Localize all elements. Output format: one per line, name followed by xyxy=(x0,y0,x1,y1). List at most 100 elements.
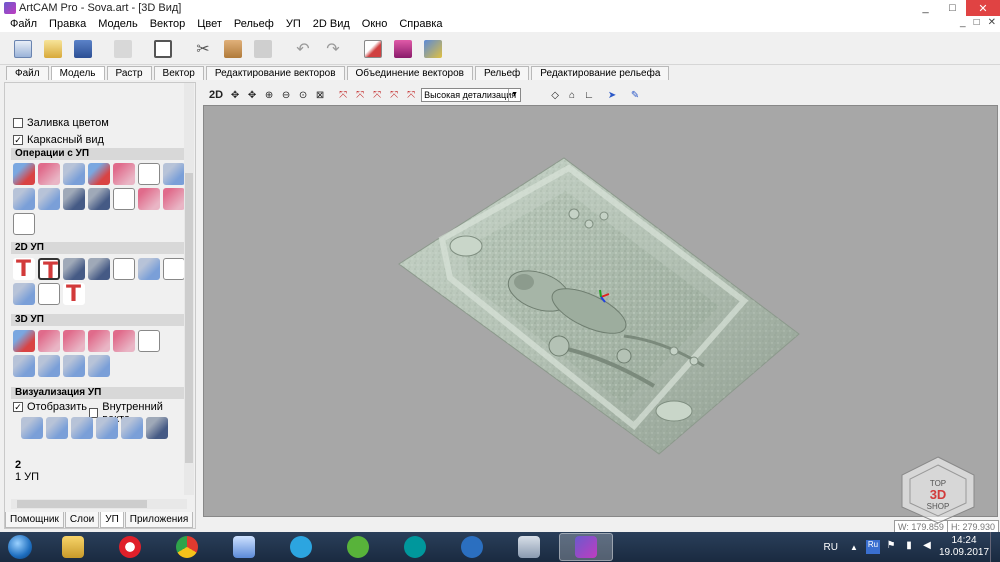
simulation-save-icon[interactable] xyxy=(146,417,168,439)
tray-lang-icon[interactable]: Ru xyxy=(866,540,880,554)
menu-model[interactable]: Модель xyxy=(92,18,143,30)
tab-assistant[interactable]: Помощник xyxy=(5,512,64,528)
flag-icon[interactable]: ⚑ xyxy=(884,540,898,554)
waterline-icon[interactable] xyxy=(113,330,135,352)
wireframe-option[interactable]: ✓ Каркасный вид xyxy=(13,134,104,146)
edit-icon[interactable] xyxy=(360,36,386,62)
close-button[interactable]: ✕ xyxy=(966,0,1000,16)
taskbar-utorrent[interactable] xyxy=(331,533,385,561)
copy-icon[interactable] xyxy=(220,36,246,62)
toolpath-group-icon[interactable] xyxy=(138,188,160,210)
taskbar-telegram[interactable] xyxy=(274,533,328,561)
bevel-icon[interactable] xyxy=(163,258,185,280)
zoom-pan-icon[interactable]: ✥ xyxy=(245,88,259,102)
menu-file[interactable]: Файл xyxy=(4,18,43,30)
view-iso-icon[interactable]: ⤧ xyxy=(336,88,350,102)
pan-icon[interactable]: ✥ xyxy=(228,88,242,102)
menu-2d-view[interactable]: 2D Вид xyxy=(307,18,356,30)
tab-vector-merge[interactable]: Объединение векторов xyxy=(346,66,473,80)
show-checkbox[interactable]: ✓ xyxy=(13,402,23,412)
detail-level-select[interactable]: Высокая детализация ▼ xyxy=(421,88,522,102)
tab-relief-editing[interactable]: Редактирование рельефа xyxy=(531,66,670,80)
play-icon[interactable]: ➤ xyxy=(605,88,619,102)
2d-view-button[interactable]: 2D xyxy=(207,88,225,102)
tab-model[interactable]: Модель xyxy=(50,66,105,80)
export-toolpath-icon[interactable] xyxy=(88,188,110,210)
3d-viewport[interactable] xyxy=(203,105,998,517)
tab-toolpaths[interactable]: УП xyxy=(100,512,124,528)
z-level-roughing-icon[interactable] xyxy=(38,330,60,352)
view-top-icon[interactable]: ⤧ xyxy=(353,88,367,102)
machine-relief-icon[interactable] xyxy=(13,330,35,352)
view-right-icon[interactable]: ⤧ xyxy=(387,88,401,102)
taskbar-app-8[interactable] xyxy=(445,533,499,561)
fit-view-icon[interactable]: ⊠ xyxy=(313,88,327,102)
drilling-icon[interactable] xyxy=(88,258,110,280)
tab-raster[interactable]: Растр xyxy=(106,66,152,80)
network-icon[interactable]: ▮ xyxy=(902,540,916,554)
wireframe-checkbox[interactable]: ✓ xyxy=(13,135,23,145)
menu-toolpath[interactable]: УП xyxy=(280,18,307,30)
v-bit-carving-icon[interactable] xyxy=(63,282,85,307)
cut-icon[interactable]: ✂ xyxy=(190,36,216,62)
save-toolpath-icon[interactable] xyxy=(63,188,85,210)
fluting-icon[interactable] xyxy=(38,283,60,305)
menu-relief[interactable]: Рельеф xyxy=(228,18,280,30)
menu-edit[interactable]: Правка xyxy=(43,18,92,30)
taskbar-arduino[interactable] xyxy=(388,533,442,561)
3d-undo-icon[interactable] xyxy=(88,355,110,377)
minimize-button[interactable]: _ xyxy=(912,0,939,16)
inlay-icon[interactable] xyxy=(113,258,135,280)
simulate-toolpath-icon[interactable] xyxy=(46,417,68,439)
simulation-reset-icon[interactable] xyxy=(96,417,118,439)
toolpath-template-icon[interactable] xyxy=(13,213,35,235)
show-option[interactable]: ✓ Отобразить xyxy=(13,401,87,413)
new-file-icon[interactable] xyxy=(10,36,36,62)
merge-toolpaths-icon[interactable] xyxy=(113,163,135,185)
paste-icon[interactable] xyxy=(250,36,276,62)
block-sim-icon[interactable] xyxy=(38,188,60,210)
zoom-area-icon[interactable]: ⊙ xyxy=(296,88,310,102)
display-icon[interactable] xyxy=(150,36,176,62)
redo-icon[interactable]: ↷ xyxy=(320,36,346,62)
3d-simulation-icon[interactable] xyxy=(138,330,160,352)
tab-layers[interactable]: Слои xyxy=(64,512,100,528)
taskbar-calculator[interactable] xyxy=(502,533,556,561)
taskbar-chrome[interactable] xyxy=(160,533,214,561)
language-indicator[interactable]: RU xyxy=(824,542,838,553)
toolpath-batch-icon[interactable] xyxy=(63,163,85,185)
view-front-icon[interactable]: ⤧ xyxy=(370,88,384,102)
3d-raster-icon[interactable] xyxy=(13,355,35,377)
axes-icon[interactable]: ∟ xyxy=(582,88,596,102)
pencil-icon[interactable]: ✎ xyxy=(628,88,642,102)
save-icon[interactable] xyxy=(70,36,96,62)
volume-icon[interactable]: ◀ xyxy=(920,540,934,554)
panel-vertical-scrollbar[interactable] xyxy=(184,83,194,495)
menu-vector[interactable]: Вектор xyxy=(144,18,192,30)
book-icon[interactable] xyxy=(390,36,416,62)
tab-relief[interactable]: Рельеф xyxy=(474,66,530,80)
3d-offset-icon[interactable] xyxy=(38,355,60,377)
toolpath-list-item[interactable]: 1 УП xyxy=(15,471,39,483)
tool-database-icon[interactable] xyxy=(113,188,135,210)
menu-color[interactable]: Цвет xyxy=(191,18,228,30)
feature-machining-icon[interactable] xyxy=(138,258,160,280)
render-icon[interactable]: ⌂ xyxy=(565,88,579,102)
print-icon[interactable] xyxy=(110,36,136,62)
taskbar-explorer[interactable] xyxy=(46,533,100,561)
calculate-all-icon[interactable] xyxy=(38,163,60,185)
rest-machining-icon[interactable] xyxy=(63,330,85,352)
zoom-in-icon[interactable]: ⊕ xyxy=(262,88,276,102)
toolpath-nest-icon[interactable] xyxy=(163,188,185,210)
clock[interactable]: 14:24 19.09.2017 xyxy=(938,535,990,559)
3d-spiral-icon[interactable] xyxy=(63,355,85,377)
fill-color-option[interactable]: Заливка цветом xyxy=(13,117,109,129)
tab-vector-editing[interactable]: Редактирование векторов xyxy=(205,66,345,80)
3d-finishing-icon[interactable] xyxy=(88,330,110,352)
toolpath-more-icon[interactable] xyxy=(163,163,185,185)
fill-color-checkbox[interactable] xyxy=(13,118,23,128)
tools-icon[interactable] xyxy=(420,36,446,62)
panel-horizontal-scrollbar[interactable] xyxy=(11,499,187,509)
view-left-icon[interactable]: ⤧ xyxy=(404,88,418,102)
taskbar-artcam[interactable] xyxy=(559,533,613,561)
